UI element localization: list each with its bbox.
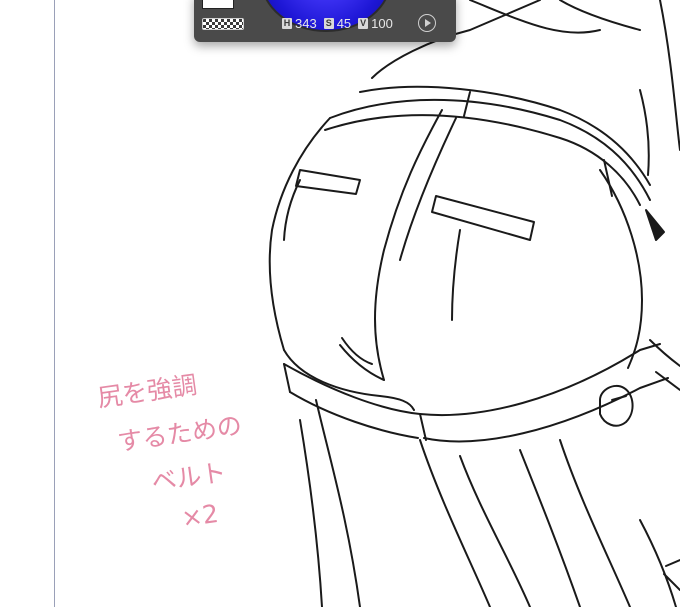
- expand-arrow-icon[interactable]: [418, 14, 436, 32]
- value-label: V: [358, 17, 369, 29]
- transparent-color-button[interactable]: [202, 18, 244, 30]
- saturation-label: S: [323, 17, 334, 29]
- saturation-value[interactable]: 45: [337, 16, 351, 31]
- hue-label: H: [282, 17, 292, 29]
- hue-value[interactable]: 343: [295, 16, 317, 31]
- annotation-line-4: ×2: [179, 498, 221, 533]
- color-wheel-panel: H 343 S 45 V 100: [194, 0, 456, 42]
- value-value[interactable]: 100: [371, 16, 393, 31]
- hsv-readout: H 343 S 45 V 100: [282, 16, 397, 31]
- drawing-canvas[interactable]: 尻を強調 するための ベルト ×2: [0, 0, 680, 607]
- sketch-drawing: [268, 0, 680, 607]
- main-color-swatch[interactable]: [202, 0, 234, 9]
